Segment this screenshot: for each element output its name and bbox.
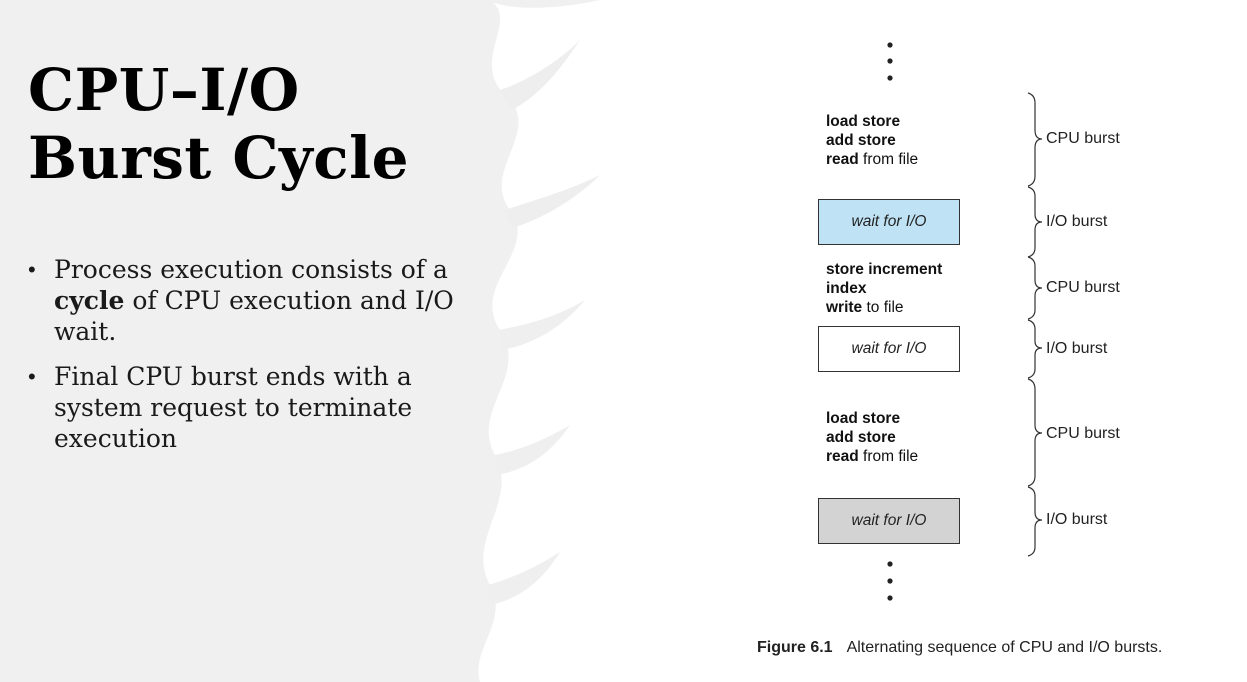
brace-cpu-2 xyxy=(1027,256,1043,320)
brace-io-1 xyxy=(1027,186,1043,258)
io-wait-box-2: wait for I/O xyxy=(818,326,960,372)
cpu-instructions-2: store increment index write to file xyxy=(826,261,943,316)
io-wait-box-1: wait for I/O xyxy=(818,199,960,245)
burst-braces xyxy=(1027,92,1043,557)
figure-number: Figure 6.1 xyxy=(757,639,833,656)
burst-label-io-3: I/O burst xyxy=(1046,511,1108,528)
burst-label-cpu-2: CPU burst xyxy=(1046,279,1120,296)
brace-cpu-1 xyxy=(1027,92,1043,187)
burst-label-io-1: I/O burst xyxy=(1046,213,1108,230)
io-wait-box-3: wait for I/O xyxy=(818,498,960,544)
cpu-instructions-1: load store add store read from file xyxy=(826,113,919,168)
burst-label-cpu-1: CPU burst xyxy=(1046,130,1120,147)
brace-io-3 xyxy=(1027,486,1043,557)
cpu-instructions-3: load store add store read from file xyxy=(826,410,919,465)
burst-label-io-2: I/O burst xyxy=(1046,340,1108,357)
brace-cpu-3 xyxy=(1027,378,1043,487)
burst-cycle-diagram: load store add store read from file wait… xyxy=(0,0,1247,682)
figure-caption-text: Alternating sequence of CPU and I/O burs… xyxy=(846,639,1163,656)
brace-io-2 xyxy=(1027,319,1043,379)
burst-label-cpu-3: CPU burst xyxy=(1046,425,1120,442)
figure-caption: Figure 6.1 Alternating sequence of CPU an… xyxy=(757,639,1162,657)
continuation-dots-top xyxy=(887,42,893,81)
continuation-dots-bottom xyxy=(887,561,893,601)
